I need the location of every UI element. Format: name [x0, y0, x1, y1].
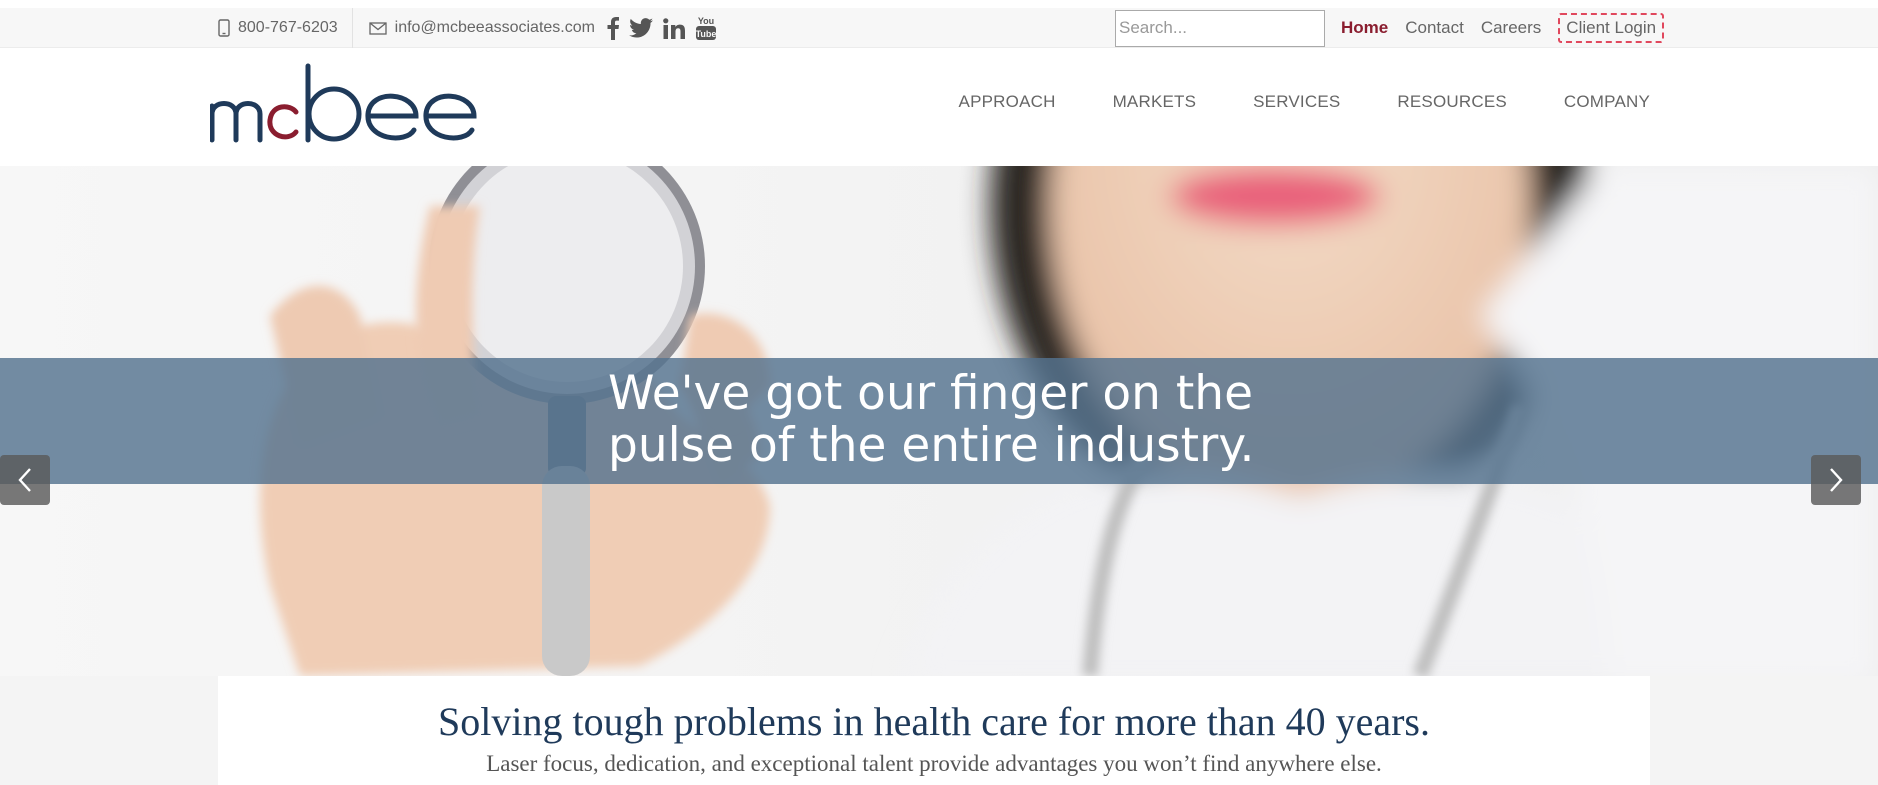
hero-headline-line-2: pulse of the entire industry.	[608, 418, 1255, 473]
slider-next-button[interactable]	[1811, 455, 1861, 505]
email-contact[interactable]: info@mcbeeassociates.com	[353, 8, 595, 48]
home-link[interactable]: Home	[1341, 18, 1388, 38]
mobile-phone-icon	[218, 19, 230, 37]
top-right-tools: Home Contact Careers Client Login	[1115, 8, 1665, 48]
facebook-icon	[607, 17, 619, 40]
top-utility-bar: 800-767-6203 info@mcbeeassociates.com Yo…	[0, 8, 1878, 48]
twitter-icon	[628, 18, 653, 38]
hero-headline-banner: We've got our finger on the pulse of the…	[0, 358, 1878, 484]
nav-resources[interactable]: RESOURCES	[1397, 92, 1507, 112]
phone-number: 800-767-6203	[238, 19, 338, 36]
facebook-link[interactable]	[607, 14, 619, 42]
contact-info: 800-767-6203 info@mcbeeassociates.com Yo…	[218, 8, 717, 48]
client-login-button[interactable]: Client Login	[1558, 13, 1665, 43]
intro-section: Solving tough problems in health care fo…	[218, 676, 1650, 785]
chevron-right-icon	[1830, 468, 1843, 492]
twitter-link[interactable]	[628, 14, 653, 42]
intro-subline: Laser focus, dedication, and exceptional…	[486, 751, 1382, 776]
slider-prev-button[interactable]	[0, 455, 50, 505]
contact-link[interactable]: Contact	[1405, 18, 1464, 38]
phone-contact[interactable]: 800-767-6203	[218, 8, 353, 48]
youtube-icon: You Tube	[696, 16, 717, 40]
search-input[interactable]	[1115, 9, 1325, 47]
linkedin-icon	[663, 17, 685, 39]
hero-slider: We've got our finger on the pulse of the…	[0, 166, 1878, 676]
nav-markets[interactable]: MARKETS	[1113, 92, 1197, 112]
careers-link[interactable]: Careers	[1481, 18, 1541, 38]
main-nav: APPROACH MARKETS SERVICES RESOURCES COMP…	[902, 92, 1650, 112]
chevron-left-icon	[18, 468, 31, 492]
nav-company[interactable]: COMPANY	[1564, 92, 1650, 112]
svg-text:Tube: Tube	[696, 29, 717, 39]
youtube-link[interactable]: You Tube	[695, 14, 717, 42]
hero-headline-line-1: We've got our finger on the	[608, 366, 1254, 421]
svg-text:You: You	[698, 16, 714, 26]
mcbee-logo-mark	[209, 63, 477, 143]
nav-services[interactable]: SERVICES	[1253, 92, 1340, 112]
nav-approach[interactable]: APPROACH	[959, 92, 1056, 112]
envelope-icon	[368, 21, 387, 35]
hero-headline: We've got our finger on the pulse of the…	[608, 368, 1254, 472]
top-links: Home Contact Careers Client Login	[1341, 13, 1665, 43]
email-address: info@mcbeeassociates.com	[394, 19, 595, 36]
intro-tagline: Solving tough problems in health care fo…	[438, 699, 1430, 744]
linkedin-link[interactable]	[663, 14, 685, 42]
mcbee-logo[interactable]	[209, 62, 480, 144]
social-links: You Tube	[607, 14, 717, 42]
